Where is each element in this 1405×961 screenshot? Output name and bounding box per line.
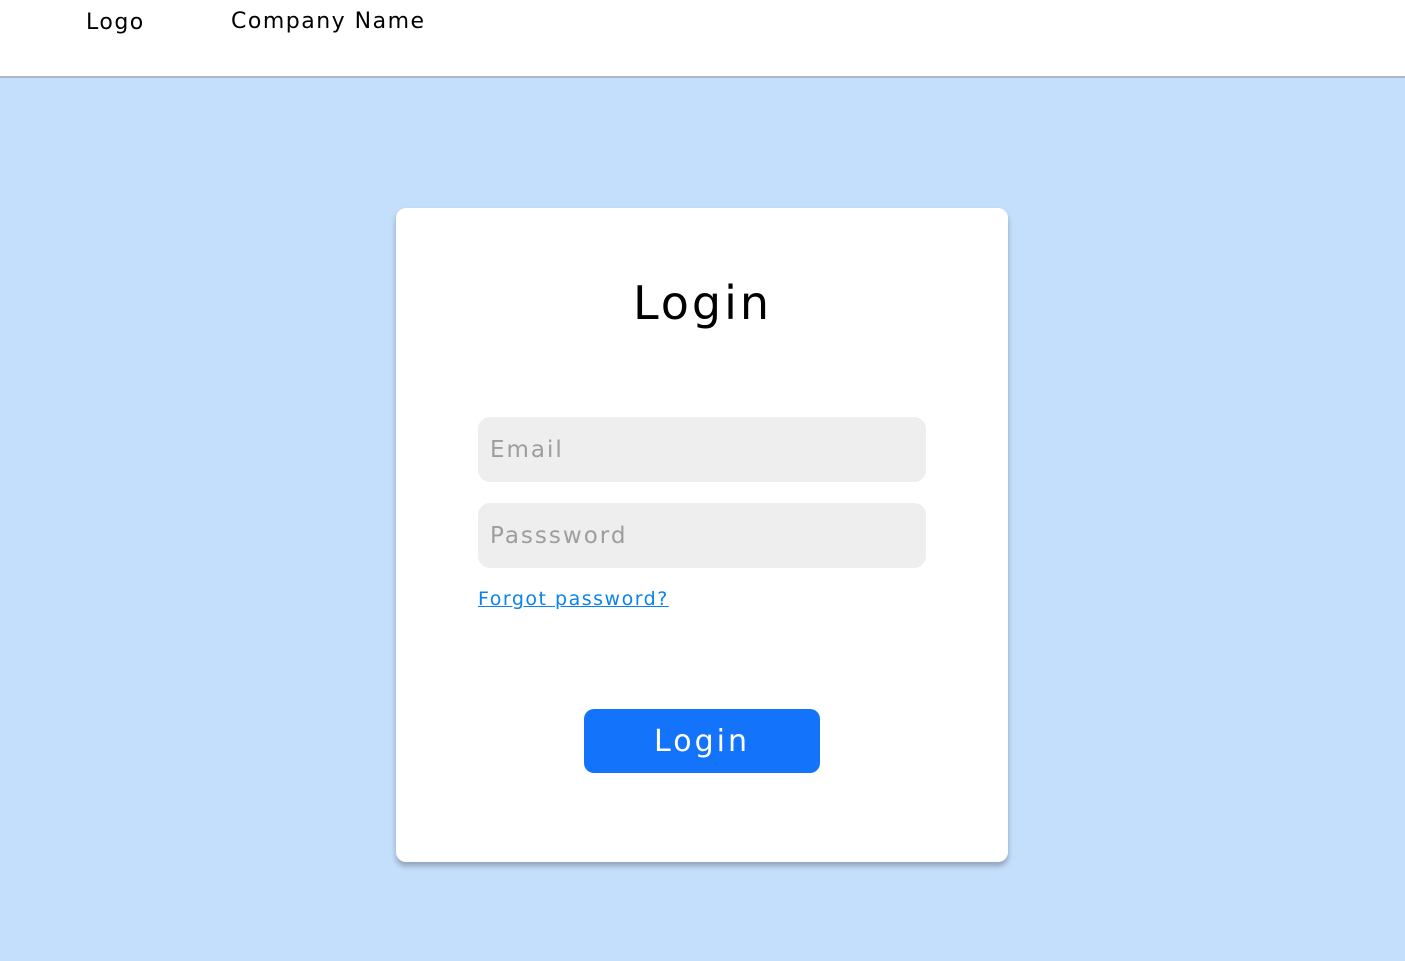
forgot-password-link[interactable]: Forgot password? [478, 588, 669, 610]
login-title: Login [632, 276, 773, 330]
email-field[interactable] [478, 417, 926, 482]
password-field[interactable] [478, 503, 926, 568]
login-button[interactable]: Login [584, 709, 820, 773]
logo[interactable]: Logo [86, 10, 145, 35]
company-name: Company Name [231, 9, 426, 34]
top-navigation-bar: Logo Company Name [0, 0, 1405, 78]
